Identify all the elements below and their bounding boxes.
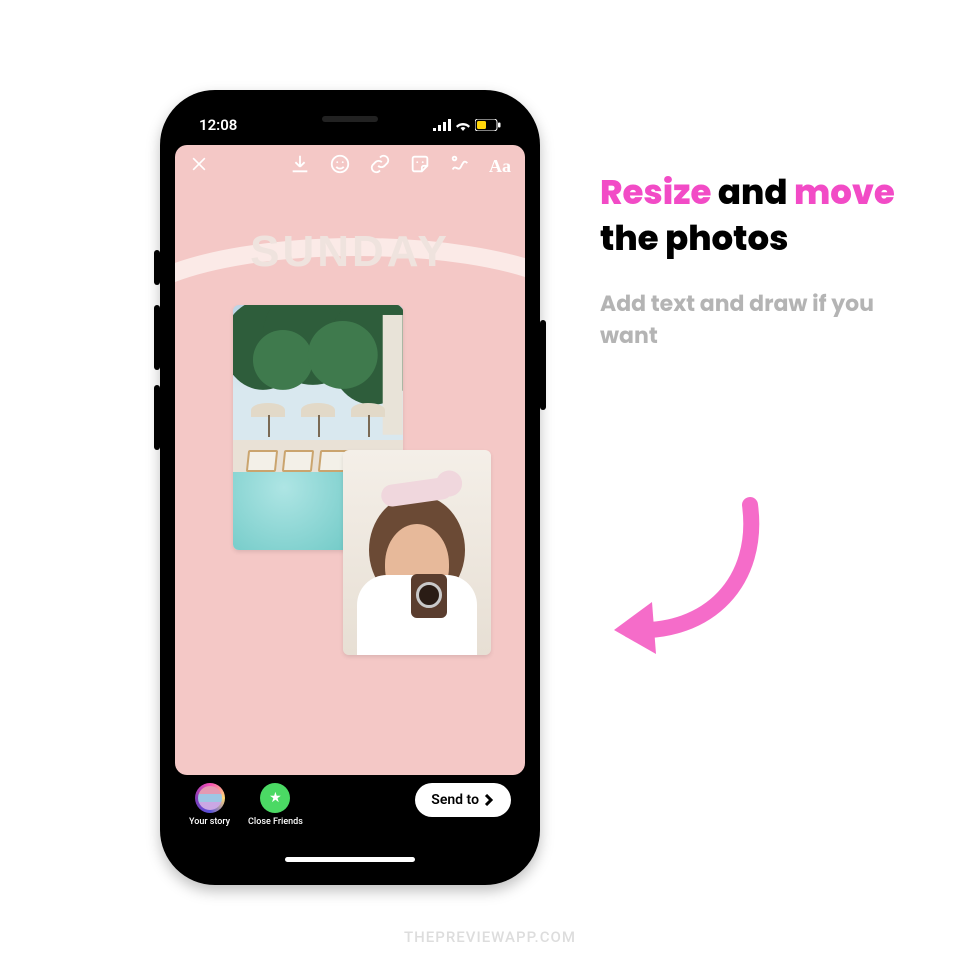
photo2-camera bbox=[411, 574, 447, 618]
headline-word-resize: Resize bbox=[600, 168, 711, 216]
watermark: THEPREVIEWAPP.COM bbox=[0, 928, 980, 946]
status-time: 12:08 bbox=[199, 116, 237, 134]
send-to-label: Send to bbox=[431, 792, 479, 808]
story-share-bar: Your story Close Friends Send to bbox=[175, 775, 525, 870]
your-story-label: Your story bbox=[189, 817, 230, 827]
instruction-subtext: Add text and draw if you want bbox=[600, 288, 930, 352]
sticker-button[interactable] bbox=[409, 153, 431, 179]
your-story-button[interactable]: Your story bbox=[189, 783, 230, 827]
phone-volume-up bbox=[154, 305, 160, 370]
link-button[interactable] bbox=[369, 153, 391, 179]
phone-screen: 12:08 bbox=[175, 105, 525, 870]
chevron-right-icon bbox=[483, 794, 495, 806]
send-to-button[interactable]: Send to bbox=[415, 783, 511, 817]
link-icon bbox=[369, 153, 391, 175]
close-friends-icon bbox=[260, 783, 290, 813]
photo1-chair bbox=[283, 450, 313, 472]
wifi-icon bbox=[455, 119, 471, 131]
close-friends-label: Close Friends bbox=[248, 817, 303, 827]
phone-speaker bbox=[322, 116, 378, 122]
close-icon bbox=[189, 154, 209, 174]
download-button[interactable] bbox=[289, 153, 311, 179]
home-indicator bbox=[285, 857, 415, 862]
headline-word-the: the bbox=[600, 214, 659, 262]
status-indicators bbox=[433, 119, 501, 131]
phone-notch bbox=[265, 105, 435, 133]
phone-volume-down bbox=[154, 385, 160, 450]
your-story-icon bbox=[195, 783, 225, 813]
photo1-chair bbox=[247, 450, 277, 472]
story-photo-2[interactable] bbox=[343, 450, 491, 655]
story-toolbar: Aa bbox=[175, 153, 525, 179]
photo1-umbrella bbox=[301, 403, 335, 437]
effects-button[interactable] bbox=[329, 153, 351, 179]
close-button[interactable] bbox=[189, 154, 209, 178]
phone-mockup: 12:08 bbox=[160, 90, 540, 885]
photo1-umbrella bbox=[351, 403, 385, 437]
sticker-icon bbox=[409, 153, 431, 175]
phone-side-button bbox=[154, 250, 160, 285]
close-friends-button[interactable]: Close Friends bbox=[248, 783, 303, 827]
battery-icon bbox=[475, 119, 501, 131]
face-effects-icon bbox=[329, 153, 351, 175]
draw-button[interactable] bbox=[449, 153, 471, 179]
signal-icon bbox=[433, 119, 451, 131]
story-canvas[interactable]: Aa SUNDAY bbox=[175, 145, 525, 775]
photo1-umbrella bbox=[251, 403, 285, 437]
instruction-headline: Resize and move the photos bbox=[600, 170, 930, 262]
headline-word-and: and bbox=[718, 168, 788, 216]
story-heading[interactable]: SUNDAY bbox=[175, 227, 525, 277]
draw-icon bbox=[449, 153, 471, 175]
headline-word-photos: photos bbox=[665, 214, 788, 262]
headline-word-move: move bbox=[794, 168, 895, 216]
arrow-annotation bbox=[600, 490, 780, 670]
instruction-text: Resize and move the photos Add text and … bbox=[600, 170, 930, 352]
download-icon bbox=[289, 153, 311, 175]
text-button[interactable]: Aa bbox=[489, 156, 511, 177]
